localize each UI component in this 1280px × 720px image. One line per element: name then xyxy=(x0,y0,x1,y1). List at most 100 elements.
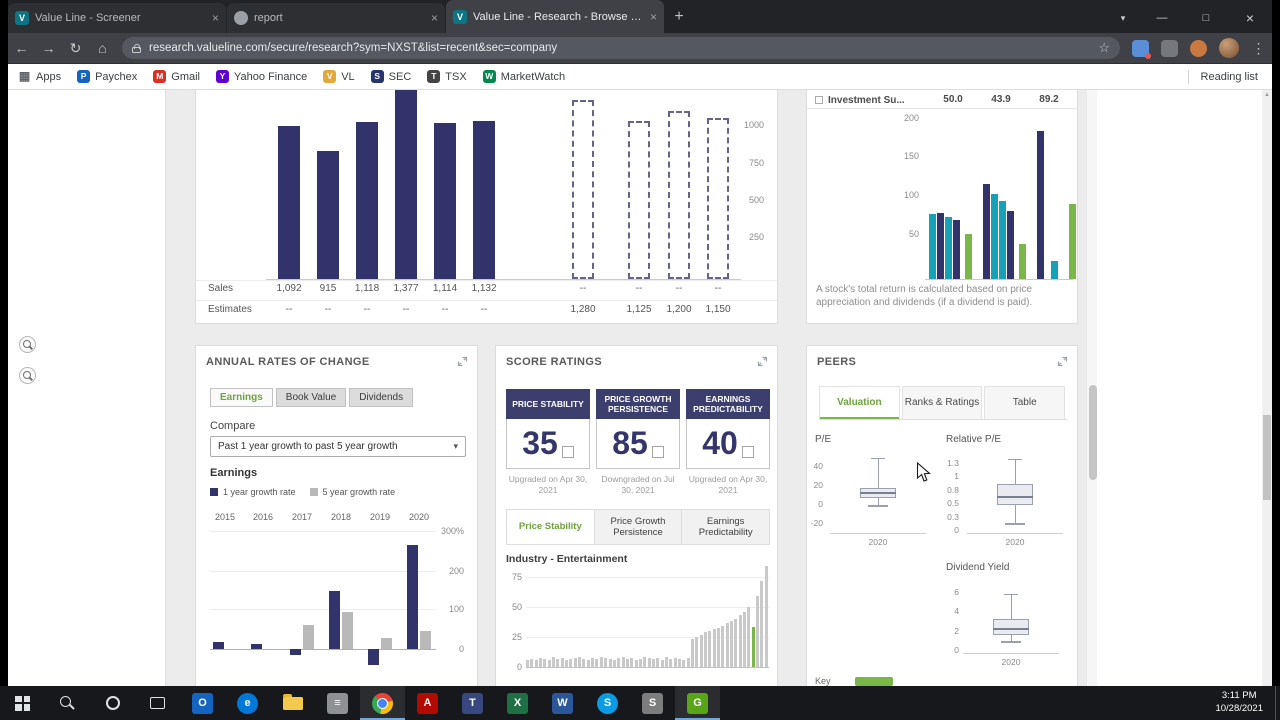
forward-button[interactable]: → xyxy=(35,40,62,56)
histogram-highlight-bar xyxy=(751,627,755,667)
bookmark-label: MarketWatch xyxy=(500,70,566,83)
taskbar-snip[interactable]: S xyxy=(630,686,675,720)
taskbar-search[interactable] xyxy=(45,686,90,720)
taskbar-chrome[interactable] xyxy=(360,686,405,720)
invest-bar xyxy=(991,194,998,279)
taskbar-acrobat[interactable]: A xyxy=(405,686,450,720)
estimates-cell: -- xyxy=(285,304,293,315)
histogram-bar xyxy=(690,639,694,667)
taskbar-task-view[interactable] xyxy=(135,686,180,720)
histogram-bar xyxy=(552,657,555,667)
extension-icon[interactable] xyxy=(1161,39,1178,57)
close-button[interactable]: × xyxy=(1228,3,1272,33)
reading-list-button[interactable]: Reading list xyxy=(1201,71,1258,83)
bookmark-item[interactable]: M Gmail xyxy=(153,70,200,83)
divider xyxy=(1187,69,1189,84)
taskbar-greenshot[interactable]: G xyxy=(675,686,720,720)
peers-plot-tick: 0 xyxy=(954,525,959,535)
tab-close-icon[interactable]: × xyxy=(431,11,438,25)
histogram-bar xyxy=(556,659,560,667)
annual-5yr-bar xyxy=(420,630,431,649)
scrollbar-thumb[interactable] xyxy=(1263,415,1271,500)
new-tab-button[interactable]: + xyxy=(665,3,693,31)
boxplot-min-cap xyxy=(1005,522,1025,525)
maximize-button[interactable]: □ xyxy=(1184,3,1228,33)
menu-kebab-icon[interactable]: ⋮ xyxy=(1245,40,1272,57)
extension-icon[interactable] xyxy=(1190,39,1207,57)
zoom-in-button[interactable] xyxy=(19,336,36,353)
taskbar-excel[interactable]: X xyxy=(495,686,540,720)
teams-icon: T xyxy=(462,692,483,714)
windows-start-icon xyxy=(15,695,30,711)
histogram-axis-line xyxy=(526,667,769,668)
taskbar-edge[interactable]: e xyxy=(225,686,270,720)
bookmark-item[interactable]: S SEC xyxy=(370,70,412,83)
peers-plot-tick: 0.3 xyxy=(947,511,959,522)
taskbar-clock[interactable]: 3:11 PM 10/28/2021 xyxy=(1203,686,1275,720)
reload-button[interactable]: ↻ xyxy=(62,40,89,57)
page-viewport: 1000 750 500 250 Sales Estimates 1,092 -- 915 -- 1… xyxy=(8,90,1272,686)
scrollbar-thumb[interactable] xyxy=(1088,385,1097,480)
histogram-bar xyxy=(560,658,564,667)
show-desktop-button[interactable] xyxy=(1275,686,1280,720)
browser-tab[interactable]: V Value Line - Screener × xyxy=(8,3,226,33)
zoom-out-button[interactable] xyxy=(19,367,36,384)
peers-plot-axis xyxy=(963,653,1059,654)
taskbar-word[interactable]: W xyxy=(540,686,585,720)
annual-1yr-bar xyxy=(251,643,262,649)
browser-tab[interactable]: V Value Line - Research - Browse R... × xyxy=(446,0,664,33)
histogram-bar xyxy=(617,658,621,667)
magnifier-icon xyxy=(22,370,33,381)
page-scrollbar[interactable]: ▲ xyxy=(1262,90,1272,686)
histogram-bar xyxy=(686,658,690,667)
extension-icon[interactable] xyxy=(1132,39,1151,59)
back-button[interactable]: ← xyxy=(8,40,35,56)
bookmark-item[interactable]: V VL xyxy=(323,70,355,83)
task-view-icon xyxy=(150,697,165,709)
bookmark-item[interactable]: T TSX xyxy=(427,70,467,83)
peers-plot-tick: 0 xyxy=(954,645,959,655)
sales-row-label: Sales xyxy=(208,283,234,294)
tab-search-caret-icon[interactable]: ▾ xyxy=(1106,3,1140,33)
taskbar-start[interactable] xyxy=(0,686,45,720)
histogram-bar xyxy=(647,658,651,667)
clock-time: 3:11 PM xyxy=(1221,690,1257,702)
histogram-bar xyxy=(625,659,629,667)
taskbar-cortana[interactable] xyxy=(90,686,135,720)
content-scrollbar[interactable] xyxy=(1086,90,1097,686)
taskbar-teams[interactable]: T xyxy=(450,686,495,720)
minimize-button[interactable]: — xyxy=(1140,3,1184,33)
bookmark-item[interactable]: P Paychex xyxy=(77,70,137,83)
bookmark-item[interactable]: W MarketWatch xyxy=(482,70,566,83)
tab-strip: V Value Line - Screener × report × V Value Lin… xyxy=(8,0,665,33)
sales-cell: 1,092 xyxy=(276,283,302,294)
bookmark-item[interactable]: Y Yahoo Finance xyxy=(216,70,307,83)
annual-1yr-bar xyxy=(329,590,340,649)
home-button[interactable]: ⌂ xyxy=(89,40,116,56)
taskbar-settings[interactable]: ≡ xyxy=(315,686,360,720)
taskbar-outlook[interactable]: O xyxy=(180,686,225,720)
histogram-bar xyxy=(734,619,738,667)
histogram-bar xyxy=(664,657,668,667)
peers-plot-tick: 1.3 xyxy=(947,458,959,468)
bookmark-label: SEC xyxy=(388,70,412,83)
taskbar-file-explorer[interactable] xyxy=(270,686,315,720)
address-bar[interactable]: research.valueline.com/secure/research?s… xyxy=(122,37,1120,59)
profile-avatar[interactable] xyxy=(1219,38,1239,58)
tab-close-icon[interactable]: × xyxy=(650,10,657,24)
boxplot-min-cap xyxy=(868,504,888,507)
sales-y-tick: 250 xyxy=(748,232,764,242)
estimate-bar xyxy=(572,100,594,279)
bookmark-star-icon[interactable]: ☆ xyxy=(1098,40,1110,56)
tab-close-icon[interactable]: × xyxy=(212,11,219,25)
peers-plots: 40 20 0 -20 2020 1.3 1 0.8 0.5 0.3 0 2020 6 4 2 0 2020 xyxy=(807,346,1077,686)
peers-plot-tick: -20 xyxy=(810,517,823,528)
bookmark-item[interactable]: ▦ Apps xyxy=(18,70,61,83)
invest-bar xyxy=(929,214,936,279)
bookmarks-right: Reading list xyxy=(1187,69,1272,84)
bookmark-favicon-icon: W xyxy=(482,70,496,83)
scroll-up-icon[interactable]: ▲ xyxy=(1262,92,1272,98)
taskbar-skype[interactable]: S xyxy=(585,686,630,720)
browser-tab[interactable]: report × xyxy=(227,3,445,33)
bookmark-favicon-icon: T xyxy=(427,70,441,83)
